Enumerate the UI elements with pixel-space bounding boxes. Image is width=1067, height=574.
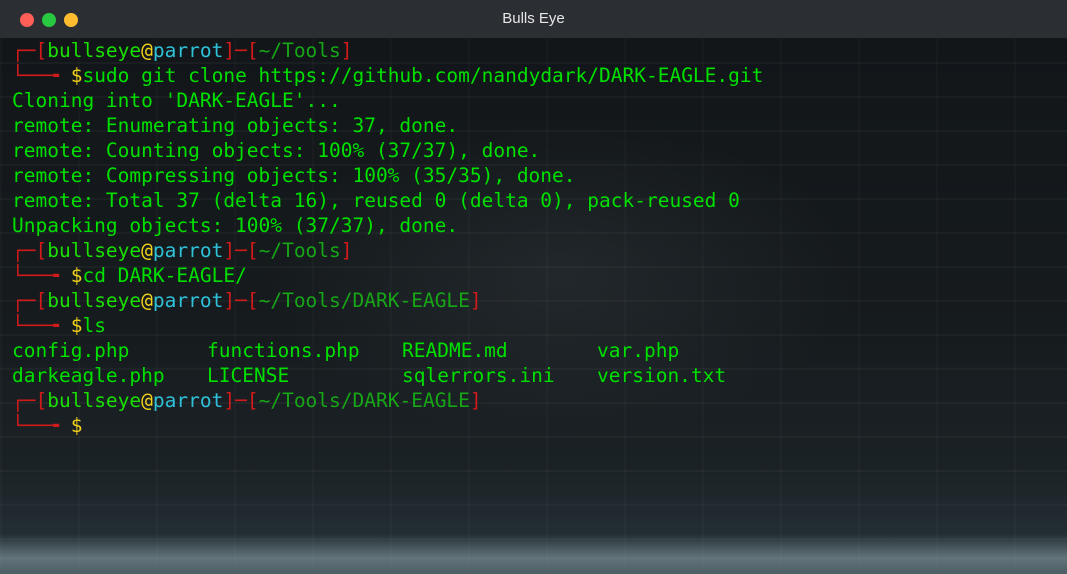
- output-line: Unpacking objects: 100% (37/37), done.: [12, 214, 459, 237]
- window-title: Bulls Eye: [502, 10, 565, 27]
- file-name: functions.php: [207, 339, 360, 362]
- prompt-header: ┌─[bullseye@parrot]─[~/Tools]: [12, 39, 353, 62]
- file-name: darkeagle.php: [12, 364, 165, 387]
- prompt-dollar: $: [70, 314, 83, 337]
- prompt-header: ┌─[bullseye@parrot]─[~/Tools]: [12, 239, 353, 262]
- prompt-host: parrot: [152, 239, 224, 262]
- file-name: config.php: [12, 339, 130, 362]
- terminal-area[interactable]: ┌─[bullseye@parrot]─[~/Tools] └──╼ $sudo…: [0, 38, 1067, 574]
- terminal-window: Bulls Eye ┌─[bullseye@parrot]─[~/Tools] …: [0, 0, 1067, 574]
- file-name: var.php: [597, 339, 680, 362]
- prompt-path: ~/Tools: [258, 239, 341, 262]
- output-line: Cloning into 'DARK-EAGLE'...: [12, 89, 341, 112]
- prompt-command-line: └──╼ $sudo git clone https://github.com/…: [12, 64, 764, 87]
- command-text: cd DARK-EAGLE/: [82, 264, 247, 287]
- prompt-command-line[interactable]: └──╼ $: [12, 413, 792, 438]
- file-name: version.txt: [597, 364, 727, 387]
- prompt-host: parrot: [152, 389, 224, 412]
- output-line: remote: Enumerating objects: 37, done.: [12, 114, 459, 137]
- prompt-user: bullseye: [47, 389, 142, 412]
- prompt-path: ~/Tools/DARK-EAGLE: [258, 289, 470, 312]
- file-name: README.md: [402, 339, 508, 362]
- prompt-user: bullseye: [47, 39, 142, 62]
- prompt-dollar: $: [70, 264, 83, 287]
- ls-output-row: darkeagle.php LICENSE sqlerrors.ini vers…: [12, 363, 792, 388]
- prompt-user: bullseye: [47, 239, 142, 262]
- prompt-path: ~/Tools/DARK-EAGLE: [258, 389, 470, 412]
- output-line: remote: Total 37 (delta 16), reused 0 (d…: [12, 189, 740, 212]
- prompt-dollar: $: [70, 414, 83, 437]
- prompt-at: @: [141, 39, 153, 62]
- command-text: sudo git clone https://github.com/nandyd…: [82, 64, 764, 87]
- prompt-command-line: └──╼ $ls: [12, 314, 106, 337]
- terminal-output: ┌─[bullseye@parrot]─[~/Tools] └──╼ $sudo…: [12, 38, 792, 438]
- prompt-host: parrot: [152, 39, 224, 62]
- prompt-at: @: [141, 289, 153, 312]
- prompt-host: parrot: [152, 289, 224, 312]
- title-bar[interactable]: Bulls Eye: [0, 0, 1067, 39]
- ls-output-row: config.php functions.php README.md var.p…: [12, 338, 792, 363]
- file-name: sqlerrors.ini: [402, 364, 555, 387]
- prompt-command-line: └──╼ $cd DARK-EAGLE/: [12, 264, 247, 287]
- prompt-path: ~/Tools: [258, 39, 341, 62]
- prompt-header: ┌─[bullseye@parrot]─[~/Tools/DARK-EAGLE]: [12, 289, 482, 312]
- file-name: LICENSE: [207, 364, 290, 387]
- prompt-dollar: $: [70, 64, 83, 87]
- output-line: remote: Counting objects: 100% (37/37), …: [12, 139, 541, 162]
- prompt-at: @: [141, 239, 153, 262]
- background-floor: [0, 534, 1067, 574]
- prompt-user: bullseye: [47, 289, 142, 312]
- prompt-header: ┌─[bullseye@parrot]─[~/Tools/DARK-EAGLE]: [12, 389, 482, 412]
- output-line: remote: Compressing objects: 100% (35/35…: [12, 164, 576, 187]
- command-text: ls: [82, 314, 106, 337]
- prompt-at: @: [141, 389, 153, 412]
